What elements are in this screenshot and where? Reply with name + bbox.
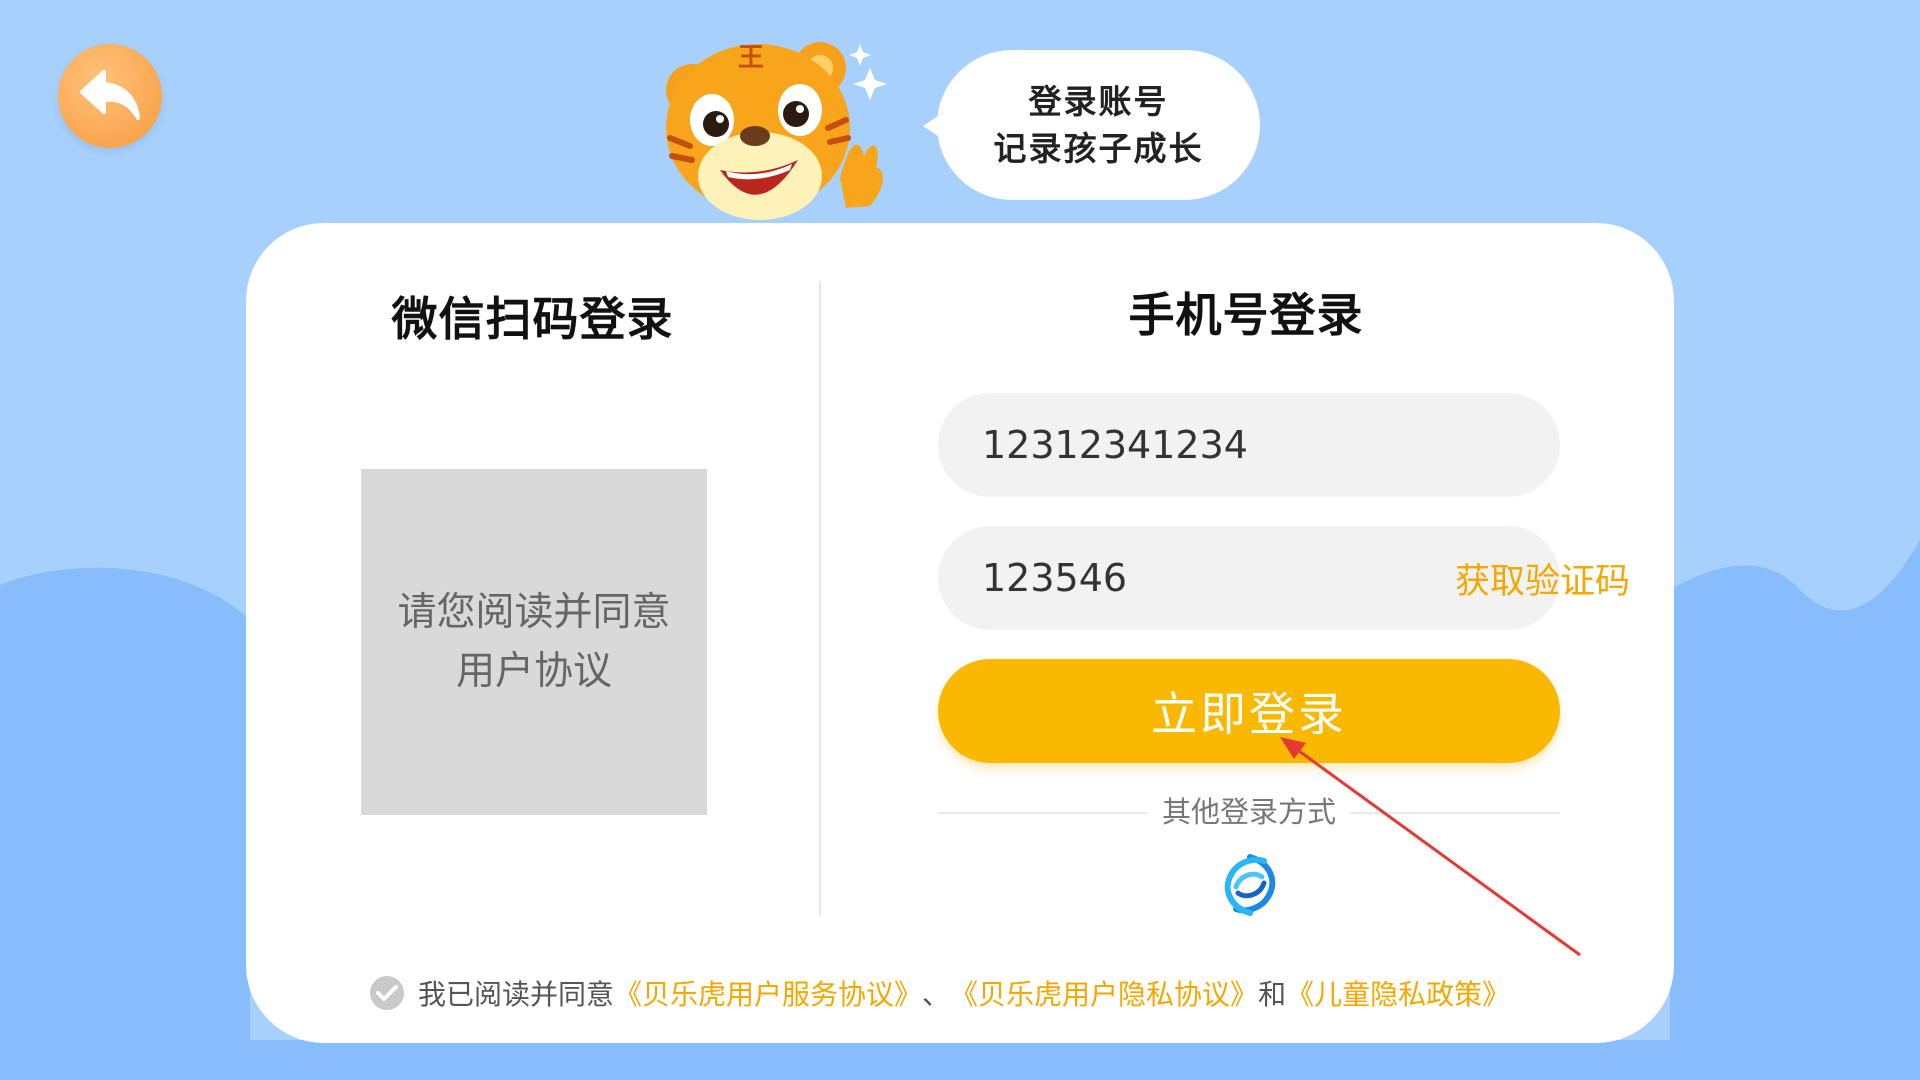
speech-bubble: 登录账号 记录孩子成长 [923, 50, 1260, 200]
svg-text:王: 王 [738, 43, 764, 73]
column-divider [819, 281, 821, 916]
get-code-button[interactable]: 获取验证码 [1455, 553, 1630, 604]
agreement-checkbox[interactable] [370, 976, 404, 1010]
login-button[interactable]: 立即登录 [938, 659, 1560, 763]
china-mobile-icon[interactable] [1218, 853, 1282, 917]
wechat-qr-code: 请您阅读并同意用户协议 [361, 469, 707, 815]
phone-login-title: 手机号登录 [1128, 288, 1364, 342]
code-field[interactable]: 获取验证码 [938, 526, 1630, 630]
login-button-label: 立即登录 [1151, 688, 1347, 740]
privacy-agreement-link[interactable]: 《贝乐虎用户隐私协议》 [950, 973, 1258, 1013]
code-input[interactable] [982, 556, 1455, 600]
qr-placeholder-text: 请您阅读并同意用户协议 [397, 590, 671, 694]
agreement-and: 和 [1258, 978, 1287, 1011]
bubble-line-2: 记录孩子成长 [993, 129, 1204, 168]
agreement-separator: 、 [922, 978, 951, 1011]
service-agreement-link[interactable]: 《贝乐虎用户服务协议》 [614, 973, 922, 1013]
phone-input[interactable] [982, 423, 1516, 467]
login-card: 微信扫码登录 请您阅读并同意用户协议 手机号登录 获取验证码 立即登录 其他登录… [246, 223, 1674, 1043]
other-login-methods: 其他登录方式 [938, 791, 1560, 833]
back-arrow-icon [80, 70, 140, 120]
agreement-row: 我已阅读并同意 《贝乐虎用户服务协议》 、 《贝乐虎用户隐私协议》 和 《儿童隐… [370, 971, 1510, 1015]
bubble-line-1: 登录账号 [1028, 82, 1169, 121]
wechat-login-title: 微信扫码登录 [391, 292, 674, 346]
check-circle-icon [376, 985, 398, 1001]
back-button[interactable] [58, 44, 162, 148]
tiger-mascot: 王 [666, 42, 887, 220]
phone-field[interactable] [938, 393, 1560, 497]
other-divider-right [1350, 812, 1560, 814]
children-privacy-link[interactable]: 《儿童隐私政策》 [1286, 973, 1510, 1013]
agreement-prefix: 我已阅读并同意 [418, 978, 615, 1011]
